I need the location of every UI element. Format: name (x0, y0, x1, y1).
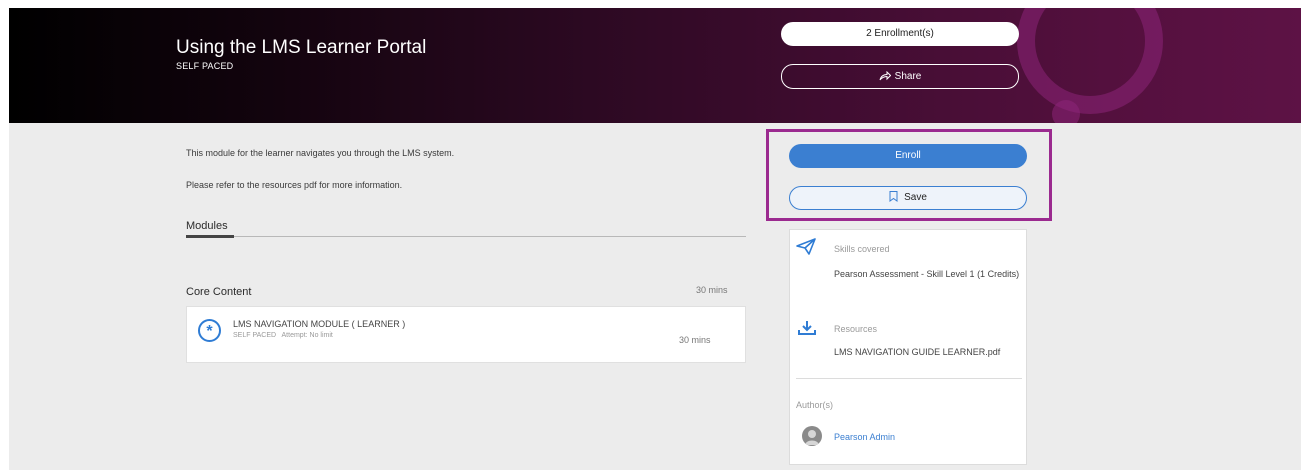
authors-label: Author(s) (796, 400, 834, 410)
bookmark-icon (889, 191, 898, 202)
skills-label: Skills covered (834, 244, 890, 254)
course-type: SELF PACED (176, 61, 234, 71)
course-title: Using the LMS Learner Portal (176, 37, 427, 58)
share-icon (879, 70, 891, 81)
resource-file-link[interactable]: LMS NAVIGATION GUIDE LEARNER.pdf (834, 347, 1000, 357)
tab-divider (186, 236, 746, 237)
tab-active-indicator (186, 235, 234, 238)
author-name-link[interactable]: Pearson Admin (834, 432, 895, 442)
description-line-1: This module for the learner navigates yo… (186, 148, 455, 158)
user-avatar-icon (802, 426, 822, 446)
enrollment-count-button[interactable]: 2 Enrollment(s) (781, 22, 1019, 46)
skills-value: Pearson Assessment - Skill Level 1 (1 Cr… (834, 269, 1020, 279)
module-type: SELF PACED (233, 332, 277, 339)
resources-label: Resources (834, 324, 878, 334)
paper-plane-icon (796, 238, 816, 255)
module-name[interactable]: LMS NAVIGATION MODULE ( LEARNER ) (233, 319, 405, 329)
share-button[interactable]: Share (781, 64, 1019, 89)
module-card[interactable]: * LMS NAVIGATION MODULE ( LEARNER ) SELF… (186, 306, 746, 363)
banner-decoration (1017, 8, 1163, 114)
enroll-button[interactable]: Enroll (789, 144, 1027, 168)
save-button[interactable]: Save (789, 186, 1027, 210)
save-label: Save (904, 192, 927, 203)
panel-divider (796, 378, 1022, 379)
module-attempt: Attempt: No limit (281, 332, 333, 339)
module-meta: SELF PACED Attempt: No limit (233, 332, 333, 339)
section-duration: 30 mins (696, 285, 728, 295)
share-label: Share (894, 71, 922, 82)
section-title: Core Content (186, 286, 252, 298)
course-info-panel: Skills covered Pearson Assessment - Skil… (789, 229, 1027, 465)
description-line-2: Please refer to the resources pdf for mo… (186, 180, 403, 190)
module-duration: 30 mins (679, 335, 711, 345)
asterisk-icon: * (198, 319, 221, 342)
download-icon (798, 321, 816, 335)
tab-modules[interactable]: Modules (186, 220, 228, 232)
banner-decoration-dot (1052, 100, 1080, 123)
